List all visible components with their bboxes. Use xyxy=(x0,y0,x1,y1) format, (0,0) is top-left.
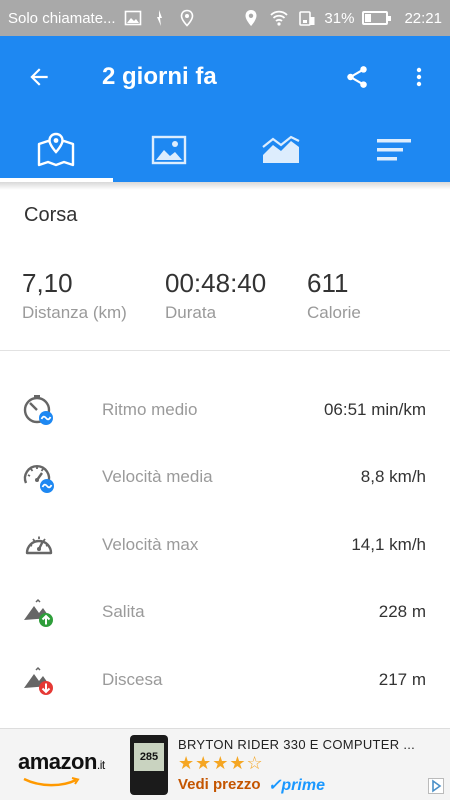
stat-duration: 00:48:40 Durata xyxy=(165,268,266,323)
share-icon xyxy=(347,66,367,88)
metric-label: Ritmo medio xyxy=(102,399,198,419)
brand-tld: .it xyxy=(96,758,105,772)
carrier-label: Solo chiamate... xyxy=(8,9,116,27)
metric-value: 14,1 km/h xyxy=(351,534,426,554)
tab-chart[interactable] xyxy=(225,118,338,182)
area-chart-icon xyxy=(262,135,300,163)
map-icon xyxy=(38,132,75,167)
stat-label: Calorie xyxy=(307,303,361,322)
location-icon xyxy=(245,10,257,26)
bar-list-icon xyxy=(376,139,411,161)
app-bar: 2 giorni fa xyxy=(0,36,450,118)
stat-distance: 7,10 Distanza (km) xyxy=(22,268,127,323)
stat-value: 7,10 xyxy=(22,268,73,298)
metric-label: Discesa xyxy=(102,669,163,689)
stat-value: 00:48:40 xyxy=(165,268,267,298)
ad-banner[interactable]: amazon.it 285 BRYTON RIDER 330 E COMPUTE… xyxy=(0,728,450,800)
metric-value: 8,8 km/h xyxy=(360,467,426,487)
back-arrow-icon xyxy=(30,68,48,86)
tab-map[interactable] xyxy=(0,118,113,182)
battery-percent: 31% xyxy=(324,9,355,27)
adchoices-icon[interactable] xyxy=(428,778,444,794)
more-options-button[interactable] xyxy=(388,36,450,118)
tab-laps[interactable] xyxy=(338,118,450,182)
product-image: 285 xyxy=(130,735,168,795)
metric-row-descent: Discesa 217 m xyxy=(0,646,450,714)
prime-badge: ✓prime xyxy=(268,777,325,794)
rating-stars: ★★★★☆ xyxy=(178,753,264,773)
avg-speed-icon xyxy=(23,465,54,494)
page-title: 2 giorni fa xyxy=(102,63,217,90)
amazon-smile-icon xyxy=(23,777,80,787)
battery-fill xyxy=(365,14,372,22)
stat-label: Distanza (km) xyxy=(22,303,127,322)
ad-cta-link[interactable]: Vedi prezzo xyxy=(178,776,261,793)
metric-value: 228 m xyxy=(378,602,426,622)
metric-value: 217 m xyxy=(378,669,426,689)
descent-icon xyxy=(24,666,53,695)
signal-icon xyxy=(299,11,315,26)
metric-row-avg-speed: Velocità media 8,8 km/h xyxy=(0,444,450,512)
stat-value: 611 xyxy=(307,268,349,298)
back-button[interactable] xyxy=(0,36,78,118)
activity-type: Corsa xyxy=(24,204,78,226)
location-outline-icon xyxy=(180,9,193,27)
pace-icon xyxy=(23,394,53,425)
status-bar: Solo chiamate... 31% 22:21 xyxy=(0,0,450,36)
image-notification-icon xyxy=(124,10,141,26)
metric-row-max-speed: Velocità max 14,1 km/h xyxy=(0,511,450,579)
metric-label: Salita xyxy=(102,602,145,622)
metric-value: 06:51 min/km xyxy=(323,399,426,419)
metric-row-pace: Ritmo medio 06:51 min/km xyxy=(0,376,450,444)
brand-name: amazon xyxy=(18,749,97,774)
wifi-icon xyxy=(270,10,289,26)
tab-shadow xyxy=(0,182,450,190)
metrics-list: Ritmo medio 06:51 min/km Velocità media … xyxy=(0,376,450,714)
divider xyxy=(0,350,450,351)
amazon-logo: amazon.it xyxy=(18,749,105,775)
image-icon xyxy=(151,135,186,165)
metric-row-ascent: Salita 228 m xyxy=(0,579,450,647)
more-vert-icon xyxy=(416,67,422,87)
clock: 22:21 xyxy=(404,9,442,27)
metric-label: Velocità media xyxy=(102,467,213,487)
activity-notification-icon xyxy=(156,10,162,26)
stat-calories: 611 Calorie xyxy=(307,268,361,323)
stat-label: Durata xyxy=(165,303,217,322)
product-screen: 285 xyxy=(134,743,164,771)
tab-photos[interactable] xyxy=(113,118,226,182)
metric-label: Velocità max xyxy=(102,534,199,554)
battery-icon xyxy=(362,11,392,25)
tab-bar xyxy=(0,118,450,182)
ad-headline: BRYTON RIDER 330 E COMPUTER ... xyxy=(178,737,416,752)
share-button[interactable] xyxy=(326,36,388,118)
ascent-icon xyxy=(24,599,53,628)
max-speed-icon xyxy=(25,536,53,554)
